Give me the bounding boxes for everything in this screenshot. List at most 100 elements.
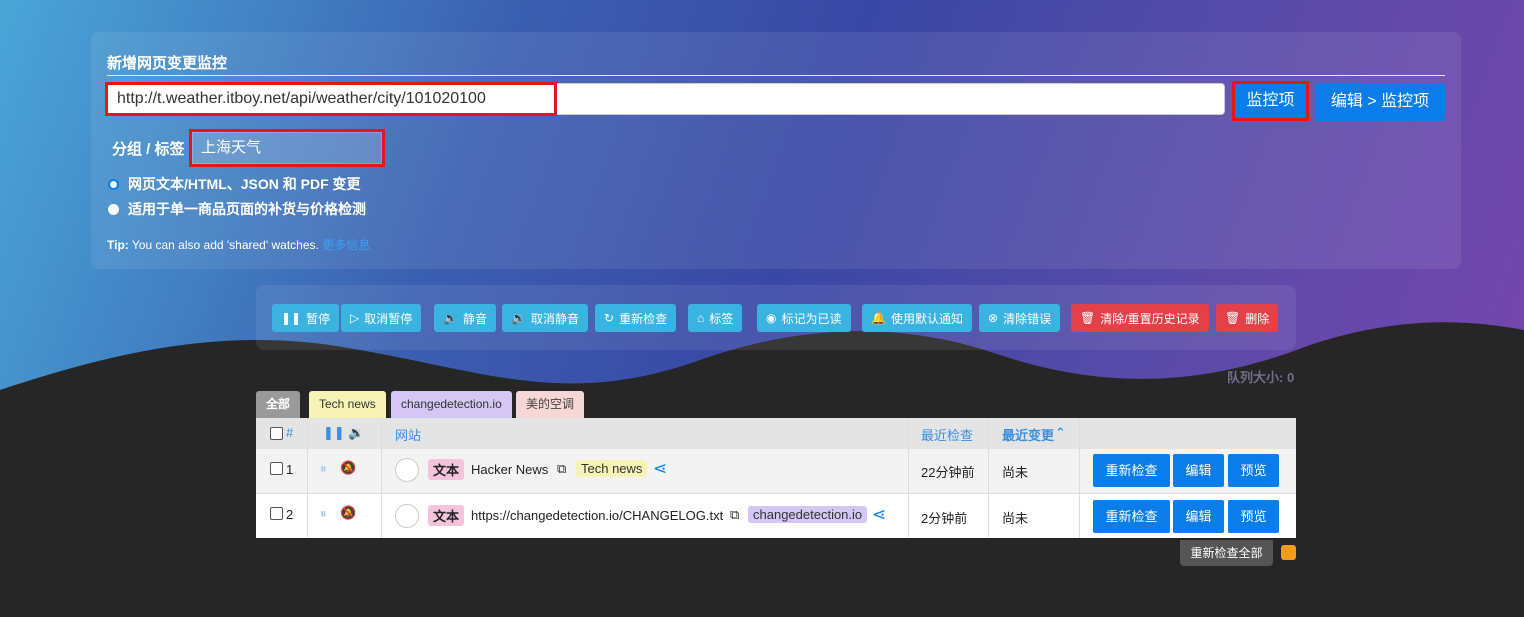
table-row: 2 ⏸ 🔕 文本 https://changedetection.io/CHAN… xyxy=(256,493,1296,537)
last-checked: 2分钟前 xyxy=(921,511,968,526)
watch-title[interactable]: Hacker News xyxy=(471,462,548,477)
default-notify-button[interactable]: 🔔 使用默认通知 xyxy=(862,304,972,332)
pause-button[interactable]: ❚❚ 暂停 xyxy=(272,304,340,332)
radio-option-restock-label: 适用于单一商品页面的补货与价格检测 xyxy=(128,201,366,217)
recheck-row-button[interactable]: 重新检查 xyxy=(1093,500,1170,533)
mute-button[interactable]: 🔈 静音 xyxy=(434,304,496,332)
delete-button[interactable]: 🗑 删除 xyxy=(1216,304,1279,332)
url-input[interactable]: http://t.weather.itboy.net/api/weather/c… xyxy=(107,83,1225,115)
clear-history-button[interactable]: 🗑 清除/重置历史记录 xyxy=(1071,304,1209,332)
tab-tech-news[interactable]: Tech news xyxy=(309,391,386,418)
mute-all-icon[interactable]: 🔉 xyxy=(348,425,364,441)
edit-row-button[interactable]: 编辑 xyxy=(1173,454,1224,487)
favicon-placeholder xyxy=(395,504,419,528)
add-watch-title: 新增网页变更监控 xyxy=(107,55,228,72)
mute-icon[interactable]: 🔕 xyxy=(340,460,356,476)
bulk-actions-bar: ❚❚ 暂停 ▷ 取消暂停 🔈 静音 🔉 取消静音 ↻ 重新检查 ⌂ 标签 ◉ 标记为已读 🔔 使… xyxy=(256,285,1296,350)
external-link-icon[interactable]: ⧉ xyxy=(730,507,739,523)
pause-icon[interactable]: ⏸ xyxy=(320,461,327,477)
tip-text: You can also add 'shared' watches. xyxy=(131,238,319,252)
unmute-label: 取消静音 xyxy=(530,311,579,326)
last-changed: 尚未 xyxy=(1002,511,1029,526)
watch-tag: changedetection.io xyxy=(748,506,868,523)
header-last-changed[interactable]: 最近变更 xyxy=(1002,425,1054,444)
share-icon[interactable]: ⋖ xyxy=(872,505,886,525)
last-changed: 尚未 xyxy=(1002,465,1029,480)
recheck-button[interactable]: ↻ 重新检查 xyxy=(595,304,677,332)
volume-icon: 🔉 xyxy=(511,311,526,325)
clear-history-label: 清除/重置历史记录 xyxy=(1100,311,1200,326)
delete-label: 删除 xyxy=(1245,311,1270,326)
play-icon: ▷ xyxy=(350,311,360,325)
header-site[interactable]: 网站 xyxy=(395,425,421,444)
last-checked: 22分钟前 xyxy=(921,465,975,480)
row-checkbox[interactable] xyxy=(270,462,283,475)
watch-table: # ❚❚ 🔉 网站 最近检查 最近变更 ⌃ 1 ⏸ 🔕 文本 Hacker Ne… xyxy=(256,418,1296,538)
mute-label: 静音 xyxy=(462,311,487,326)
radio-selected[interactable] xyxy=(108,178,119,190)
favicon-placeholder xyxy=(395,458,419,482)
mark-read-button[interactable]: ◉ 标记为已读 xyxy=(757,304,851,332)
preview-row-button[interactable]: 预览 xyxy=(1228,500,1279,533)
recheck-label: 重新检查 xyxy=(619,311,668,326)
queue-size: 队列大小: 0 xyxy=(1227,370,1295,385)
mute-icon: 🔈 xyxy=(443,311,458,325)
column-divider xyxy=(1079,418,1080,538)
column-divider xyxy=(908,418,909,538)
trash-icon: 🗑 xyxy=(1225,311,1241,325)
watch-title[interactable]: https://changedetection.io/CHANGELOG.txt xyxy=(471,508,723,523)
pause-all-icon[interactable]: ❚❚ xyxy=(323,425,345,441)
eye-icon: ◉ xyxy=(766,311,777,325)
header-last-checked[interactable]: 最近检查 xyxy=(921,425,973,444)
pause-icon[interactable]: ⏸ xyxy=(320,506,327,522)
clear-errors-button[interactable]: ⊗ 清除错误 xyxy=(979,304,1061,332)
radio-option-restock[interactable]: 适用于单一商品页面的补货与价格检测 xyxy=(108,199,366,219)
tab-changedetection[interactable]: changedetection.io xyxy=(391,391,512,418)
sort-up-icon[interactable]: ⌃ xyxy=(1055,425,1066,441)
text-badge: 文本 xyxy=(428,459,465,480)
edit-watch-button[interactable]: 编辑 > 监控项 xyxy=(1315,83,1445,121)
row-checkbox[interactable] xyxy=(270,507,283,520)
radio-option-text-label: 网页文本/HTML、JSON 和 PDF 变更 xyxy=(128,176,361,192)
recheck-row-button[interactable]: 重新检查 xyxy=(1093,454,1170,487)
clear-errors-label: 清除错误 xyxy=(1003,311,1052,326)
select-all-checkbox[interactable] xyxy=(270,427,283,440)
watch-button[interactable]: 监控项 xyxy=(1234,83,1307,119)
pause-icon: ❚❚ xyxy=(281,311,302,325)
column-divider xyxy=(307,418,308,538)
unmute-button[interactable]: 🔉 取消静音 xyxy=(502,304,588,332)
tab-all[interactable]: 全部 xyxy=(256,391,301,418)
tab-midea-ac[interactable]: 美的空调 xyxy=(516,391,585,418)
column-divider xyxy=(381,418,382,538)
share-icon[interactable]: ⋖ xyxy=(653,459,667,479)
tip-line: Tip: You can also add 'shared' watches. … xyxy=(107,236,370,253)
tag-button[interactable]: ⌂ 标签 xyxy=(688,304,743,332)
table-header: # ❚❚ 🔉 网站 最近检查 最近变更 ⌃ xyxy=(256,418,1296,449)
divider xyxy=(107,75,1445,76)
table-row: 1 ⏸ 🔕 文本 Hacker News ⧉ Tech news ⋖ 22分钟前… xyxy=(256,449,1296,493)
recheck-all-button[interactable]: 重新检查全部 xyxy=(1180,540,1273,566)
row-number: 1 xyxy=(286,462,294,477)
mark-read-label: 标记为已读 xyxy=(781,311,842,326)
mute-icon[interactable]: 🔕 xyxy=(340,505,356,521)
rss-icon[interactable] xyxy=(1281,545,1296,560)
column-divider xyxy=(988,418,989,538)
header-num[interactable]: # xyxy=(286,425,293,440)
unpause-label: 取消暂停 xyxy=(364,311,413,326)
radio-unselected[interactable] xyxy=(108,203,119,215)
tag-input[interactable]: 上海天气 xyxy=(192,132,382,164)
tag-label: 标签 xyxy=(709,311,734,326)
external-link-icon[interactable]: ⧉ xyxy=(557,461,566,477)
row-number: 2 xyxy=(286,507,294,522)
group-tag-label: 分组 / 标签 xyxy=(112,141,185,158)
edit-row-button[interactable]: 编辑 xyxy=(1173,500,1224,533)
radio-option-text[interactable]: 网页文本/HTML、JSON 和 PDF 变更 xyxy=(108,174,361,194)
unpause-button[interactable]: ▷ 取消暂停 xyxy=(341,304,422,332)
tag-icon: ⌂ xyxy=(697,311,705,325)
bell-icon: 🔔 xyxy=(871,311,886,325)
preview-row-button[interactable]: 预览 xyxy=(1228,454,1279,487)
refresh-icon: ↻ xyxy=(604,311,615,325)
watch-tag: Tech news xyxy=(576,460,648,477)
x-circle-icon: ⊗ xyxy=(988,311,999,325)
more-info-link[interactable]: 更多信息 xyxy=(322,238,370,252)
